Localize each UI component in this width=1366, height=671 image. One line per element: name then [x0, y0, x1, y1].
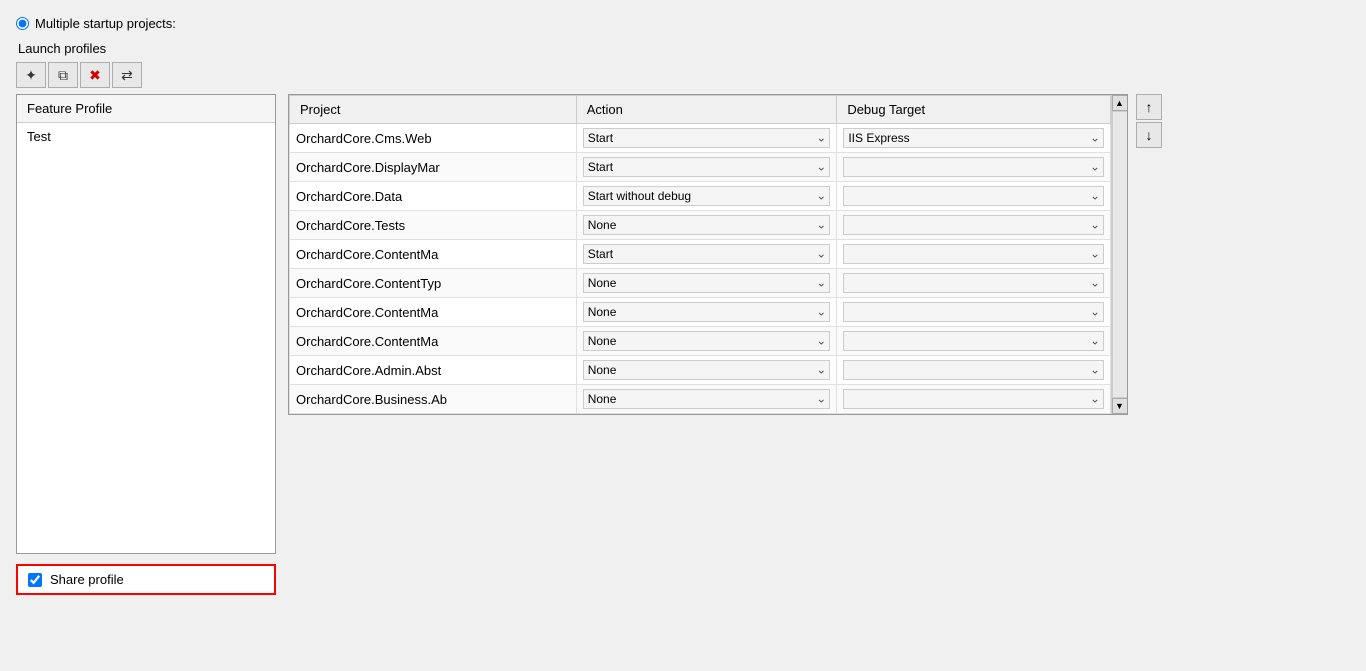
radio-label: Multiple startup projects:: [35, 16, 176, 31]
move-arrows: ↑ ↓: [1136, 94, 1162, 148]
copy-profile-icon: ⧉: [58, 67, 68, 84]
cell-debug-target: IIS ExpressProject: [837, 182, 1111, 211]
cell-debug-target: IIS ExpressProject: [837, 385, 1111, 414]
profile-list-header: Feature Profile: [17, 95, 275, 123]
debug-target-select[interactable]: IIS ExpressProject: [843, 244, 1104, 264]
table-row: OrchardCore.Business.Ab NoneStartStart wi…: [290, 385, 1111, 414]
table-row: OrchardCore.Admin.Abst NoneStartStart wit…: [290, 356, 1111, 385]
debug-target-select[interactable]: IIS ExpressProject: [843, 186, 1104, 206]
add-profile-icon: ✦: [25, 67, 37, 84]
debug-target-select[interactable]: IIS ExpressProject: [843, 273, 1104, 293]
action-select[interactable]: NoneStartStart without debug: [583, 186, 831, 206]
main-layout: Feature Profile Test Share profile Proje…: [16, 94, 1350, 595]
debug-target-select[interactable]: IIS ExpressProject: [843, 389, 1104, 409]
table-row: OrchardCore.ContentTyp NoneStartStart wit…: [290, 269, 1111, 298]
delete-profile-icon: ✖: [89, 67, 101, 84]
action-select[interactable]: NoneStartStart without debug: [583, 302, 831, 322]
cell-action: NoneStartStart without debug: [576, 211, 837, 240]
debug-target-select[interactable]: IIS ExpressProject: [843, 128, 1104, 148]
multiple-startup-radio[interactable]: Multiple startup projects:: [16, 16, 1350, 31]
action-select[interactable]: NoneStartStart without debug: [583, 128, 831, 148]
move-profile-icon: ⇄: [121, 67, 133, 84]
cell-project: OrchardCore.Data: [290, 182, 577, 211]
cell-debug-target: IIS ExpressProject: [837, 153, 1111, 182]
cell-action: NoneStartStart without debug: [576, 153, 837, 182]
action-select[interactable]: NoneStartStart without debug: [583, 273, 831, 293]
share-profile-box[interactable]: Share profile: [16, 564, 276, 595]
left-panel: Feature Profile Test Share profile: [16, 94, 276, 595]
action-select[interactable]: NoneStartStart without debug: [583, 389, 831, 409]
list-item[interactable]: Test: [17, 123, 275, 150]
debug-target-select[interactable]: IIS ExpressProject: [843, 157, 1104, 177]
add-profile-button[interactable]: ✦: [16, 62, 46, 88]
copy-profile-button[interactable]: ⧉: [48, 62, 78, 88]
cell-debug-target: IIS ExpressProject: [837, 356, 1111, 385]
right-section: Project Action Debug Target OrchardCore.…: [288, 94, 1162, 415]
cell-project: OrchardCore.DisplayMar: [290, 153, 577, 182]
cell-action: NoneStartStart without debug: [576, 269, 837, 298]
debug-target-select[interactable]: IIS ExpressProject: [843, 331, 1104, 351]
cell-debug-target: IIS ExpressProject: [837, 211, 1111, 240]
col-header-project: Project: [290, 96, 577, 124]
debug-target-select[interactable]: IIS ExpressProject: [843, 215, 1104, 235]
cell-action: NoneStartStart without debug: [576, 124, 837, 153]
cell-project: OrchardCore.Tests: [290, 211, 577, 240]
cell-action: NoneStartStart without debug: [576, 182, 837, 211]
share-profile-label: Share profile: [50, 572, 124, 587]
table-scroll-area: Project Action Debug Target OrchardCore.…: [289, 95, 1111, 414]
cell-action: NoneStartStart without debug: [576, 327, 837, 356]
cell-project: OrchardCore.ContentMa: [290, 327, 577, 356]
cell-project: OrchardCore.ContentMa: [290, 240, 577, 269]
cell-debug-target: IIS ExpressProject: [837, 124, 1111, 153]
scroll-track[interactable]: [1112, 111, 1128, 398]
table-row: OrchardCore.Data NoneStartStart without d…: [290, 182, 1111, 211]
scroll-down-arrow[interactable]: ▼: [1112, 398, 1128, 414]
move-profile-button[interactable]: ⇄: [112, 62, 142, 88]
cell-debug-target: IIS ExpressProject: [837, 327, 1111, 356]
move-down-button[interactable]: ↓: [1136, 122, 1162, 148]
table-row: OrchardCore.Cms.Web NoneStartStart withou…: [290, 124, 1111, 153]
cell-debug-target: IIS ExpressProject: [837, 298, 1111, 327]
action-select[interactable]: NoneStartStart without debug: [583, 360, 831, 380]
radio-input[interactable]: [16, 17, 29, 30]
cell-action: NoneStartStart without debug: [576, 356, 837, 385]
cell-debug-target: IIS ExpressProject: [837, 269, 1111, 298]
action-select[interactable]: NoneStartStart without debug: [583, 157, 831, 177]
launch-profiles-label: Launch profiles: [18, 41, 1350, 56]
cell-project: OrchardCore.ContentTyp: [290, 269, 577, 298]
move-up-button[interactable]: ↑: [1136, 94, 1162, 120]
cell-action: NoneStartStart without debug: [576, 385, 837, 414]
table-row: OrchardCore.DisplayMar NoneStartStart wit…: [290, 153, 1111, 182]
col-header-debug: Debug Target: [837, 96, 1111, 124]
debug-target-select[interactable]: IIS ExpressProject: [843, 302, 1104, 322]
cell-debug-target: IIS ExpressProject: [837, 240, 1111, 269]
table-with-scrollbar: Project Action Debug Target OrchardCore.…: [289, 95, 1127, 414]
action-select[interactable]: NoneStartStart without debug: [583, 215, 831, 235]
action-select[interactable]: NoneStartStart without debug: [583, 244, 831, 264]
col-header-action: Action: [576, 96, 837, 124]
projects-table: Project Action Debug Target OrchardCore.…: [289, 95, 1111, 414]
cell-project: OrchardCore.Cms.Web: [290, 124, 577, 153]
projects-table-wrapper: Project Action Debug Target OrchardCore.…: [288, 94, 1128, 415]
table-row: OrchardCore.ContentMa NoneStartStart with…: [290, 240, 1111, 269]
cell-project: OrchardCore.Business.Ab: [290, 385, 577, 414]
cell-project: OrchardCore.ContentMa: [290, 298, 577, 327]
action-select[interactable]: NoneStartStart without debug: [583, 331, 831, 351]
share-profile-checkbox[interactable]: [28, 573, 42, 587]
table-row: OrchardCore.ContentMa NoneStartStart with…: [290, 327, 1111, 356]
scroll-up-arrow[interactable]: ▲: [1112, 95, 1128, 111]
table-row: OrchardCore.Tests NoneStartStart without …: [290, 211, 1111, 240]
table-scrollbar[interactable]: ▲ ▼: [1111, 95, 1127, 414]
cell-action: NoneStartStart without debug: [576, 298, 837, 327]
table-row: OrchardCore.ContentMa NoneStartStart with…: [290, 298, 1111, 327]
toolbar: ✦ ⧉ ✖ ⇄: [16, 62, 1350, 88]
delete-profile-button[interactable]: ✖: [80, 62, 110, 88]
cell-project: OrchardCore.Admin.Abst: [290, 356, 577, 385]
cell-action: NoneStartStart without debug: [576, 240, 837, 269]
debug-target-select[interactable]: IIS ExpressProject: [843, 360, 1104, 380]
profile-list: Feature Profile Test: [16, 94, 276, 554]
